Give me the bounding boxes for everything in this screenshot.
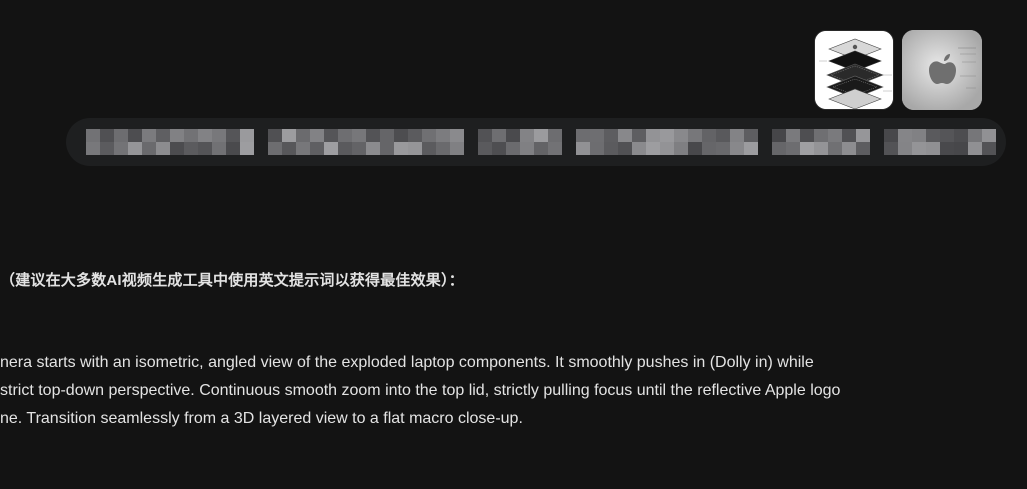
paragraph-line: nera starts with an isometric, angled vi… <box>0 354 814 371</box>
paragraph-line: strict top-down perspective. Continuous … <box>0 382 841 399</box>
user-message-bubble <box>66 118 1006 166</box>
redacted-message-content <box>86 129 996 155</box>
apple-logo-image <box>902 30 982 110</box>
exploded-laptop-image <box>815 31 893 109</box>
paragraph-line: ne. Transition seamlessly from a 3D laye… <box>0 410 523 427</box>
response-heading: （建议在大多数AI视频生成工具中使用英文提示词以获得最佳效果）： <box>0 272 464 289</box>
attachment-thumbnail-apple-logo[interactable] <box>902 30 982 110</box>
response-paragraph: nera starts with an isometric, angled vi… <box>0 349 900 433</box>
chat-page: （建议在大多数AI视频生成工具中使用英文提示词以获得最佳效果）： nera st… <box>0 0 1027 489</box>
attachment-thumbnail-exploded-laptop[interactable] <box>814 30 894 110</box>
